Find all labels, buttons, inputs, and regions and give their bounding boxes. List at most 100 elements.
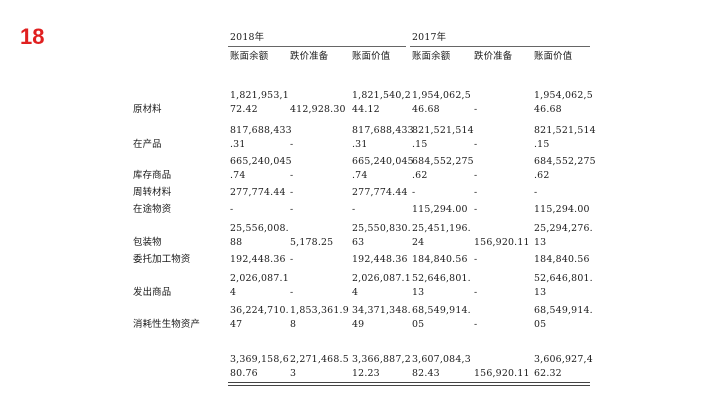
row-label: 在途物资 <box>133 204 172 215</box>
table-cell: - <box>290 254 294 265</box>
table-cell: 684,552,275 <box>412 156 474 167</box>
row-label: 包装物 <box>133 236 162 248</box>
row-label: 消耗性生物资产 <box>133 318 201 330</box>
row-label: 原材料 <box>133 103 162 115</box>
table-cell: 3,366,887,2 <box>352 354 411 365</box>
table-cell: 817,688,433 <box>230 125 292 136</box>
table-cell: .15 <box>534 138 550 150</box>
table-cell: 52,646,801. <box>534 273 593 284</box>
table-cell: 412,928.30 <box>290 103 346 115</box>
table-cell: 25,294,276. <box>534 223 593 234</box>
table-cell: - <box>534 187 538 198</box>
table-cell: - <box>474 103 478 115</box>
table-cell: 184,840.56 <box>412 254 468 265</box>
table-cell: 1,954,062,5 <box>534 90 593 101</box>
table-cell: 36,224,710. <box>230 305 289 316</box>
table-cell: 05 <box>412 318 425 330</box>
table-cell: .62 <box>412 169 428 181</box>
table-cell: 13 <box>534 286 547 298</box>
table-cell: 2,026,087.1 <box>352 273 411 284</box>
year-header-2017: 2017年 <box>412 32 447 43</box>
table-cell: - <box>474 318 478 330</box>
table-cell: 3,369,158,6 <box>230 354 289 365</box>
row-label: 委托加工物资 <box>133 254 191 265</box>
table-cell: - <box>474 286 478 298</box>
table-cell: 4 <box>352 286 359 298</box>
table-cell: 2,271,468.5 <box>290 354 349 365</box>
table-cell: - <box>412 187 416 198</box>
table-cell: 821,521,514 <box>534 125 596 136</box>
table-cell: 817,688,433 <box>352 125 414 136</box>
table-cell: 5,178.25 <box>290 236 334 248</box>
table-cell: .74 <box>352 169 368 181</box>
table-cell: 49 <box>352 318 365 330</box>
table-cell: - <box>474 187 478 198</box>
table-cell: 821,521,514 <box>412 125 474 136</box>
table-cell: 1,853,361.9 <box>290 305 349 316</box>
table-cell: 80.76 <box>230 367 258 379</box>
table-cell: .15 <box>412 138 428 150</box>
column-header: 跌价准备 <box>474 51 513 62</box>
table-cell: 684,552,275 <box>534 156 596 167</box>
table-cell: 1,954,062,5 <box>412 90 471 101</box>
table-cell: 88 <box>230 236 243 248</box>
table-cell: - <box>290 169 294 181</box>
table-cell: 72.42 <box>230 103 258 115</box>
table-cell: 192,448.36 <box>352 254 408 265</box>
table-cell: 156,920.11 <box>474 367 530 379</box>
table-cell: 46.68 <box>534 103 562 115</box>
table-cell: 156,920.11 <box>474 236 530 248</box>
table-cell: - <box>352 204 356 215</box>
table-cell: 665,240,045 <box>230 156 292 167</box>
table-cell: - <box>290 204 294 215</box>
table-cell: - <box>474 138 478 150</box>
table-cell: 192,448.36 <box>230 254 286 265</box>
table-cell: .31 <box>230 138 246 150</box>
table-cell: - <box>290 286 294 298</box>
table-cell: 13 <box>412 286 425 298</box>
table-cell: - <box>290 138 294 150</box>
table-cell: - <box>290 187 294 198</box>
table-cell: - <box>474 169 478 181</box>
table-cell: .74 <box>230 169 246 181</box>
year-header-2018: 2018年 <box>230 32 265 43</box>
row-label: 在产品 <box>133 138 162 150</box>
column-header: 账面价值 <box>534 51 573 62</box>
table-cell: 184,840.56 <box>534 254 590 265</box>
inventory-table: 2018年 2017年 账面余额 跌价准备 账面价值 账面余额 跌价准备 账面价值 原材料 1,8… <box>0 0 720 405</box>
total-rule-top <box>228 382 590 383</box>
table-cell: .31 <box>352 138 368 150</box>
table-cell: 82.43 <box>412 367 440 379</box>
table-cell: 44.12 <box>352 103 380 115</box>
table-cell: 63 <box>352 236 365 248</box>
table-cell: 46.68 <box>412 103 440 115</box>
table-cell: 2,026,087.1 <box>230 273 289 284</box>
table-cell: 12.23 <box>352 367 380 379</box>
table-cell: 25,556,008. <box>230 223 289 234</box>
total-rule-bottom <box>228 385 590 386</box>
table-cell: .62 <box>534 169 550 181</box>
table-cell: 52,646,801. <box>412 273 471 284</box>
table-cell: 1,821,953,1 <box>230 90 289 101</box>
table-cell: 277,774.44 <box>352 187 408 198</box>
table-cell: - <box>474 204 478 215</box>
table-cell: 25,550,830. <box>352 223 411 234</box>
table-cell: 665,240,045 <box>352 156 414 167</box>
year-rule-2017 <box>410 46 590 47</box>
table-cell: 4 <box>230 286 237 298</box>
table-cell: 68,549,914. <box>534 305 593 316</box>
table-cell: 24 <box>412 236 425 248</box>
table-cell: 8 <box>290 318 297 330</box>
row-label: 周转材料 <box>133 187 172 198</box>
table-cell: 62.32 <box>534 367 562 379</box>
table-cell: 115,294.00 <box>534 204 590 215</box>
table-cell: 05 <box>534 318 547 330</box>
row-label: 发出商品 <box>133 286 172 298</box>
table-cell: 25,451,196. <box>412 223 471 234</box>
column-header: 账面余额 <box>412 51 451 62</box>
table-cell: 3 <box>290 367 297 379</box>
table-cell: 1,821,540,2 <box>352 90 411 101</box>
table-cell: 3,606,927,4 <box>534 354 593 365</box>
table-cell: - <box>230 204 234 215</box>
table-cell: 68,549,914. <box>412 305 471 316</box>
